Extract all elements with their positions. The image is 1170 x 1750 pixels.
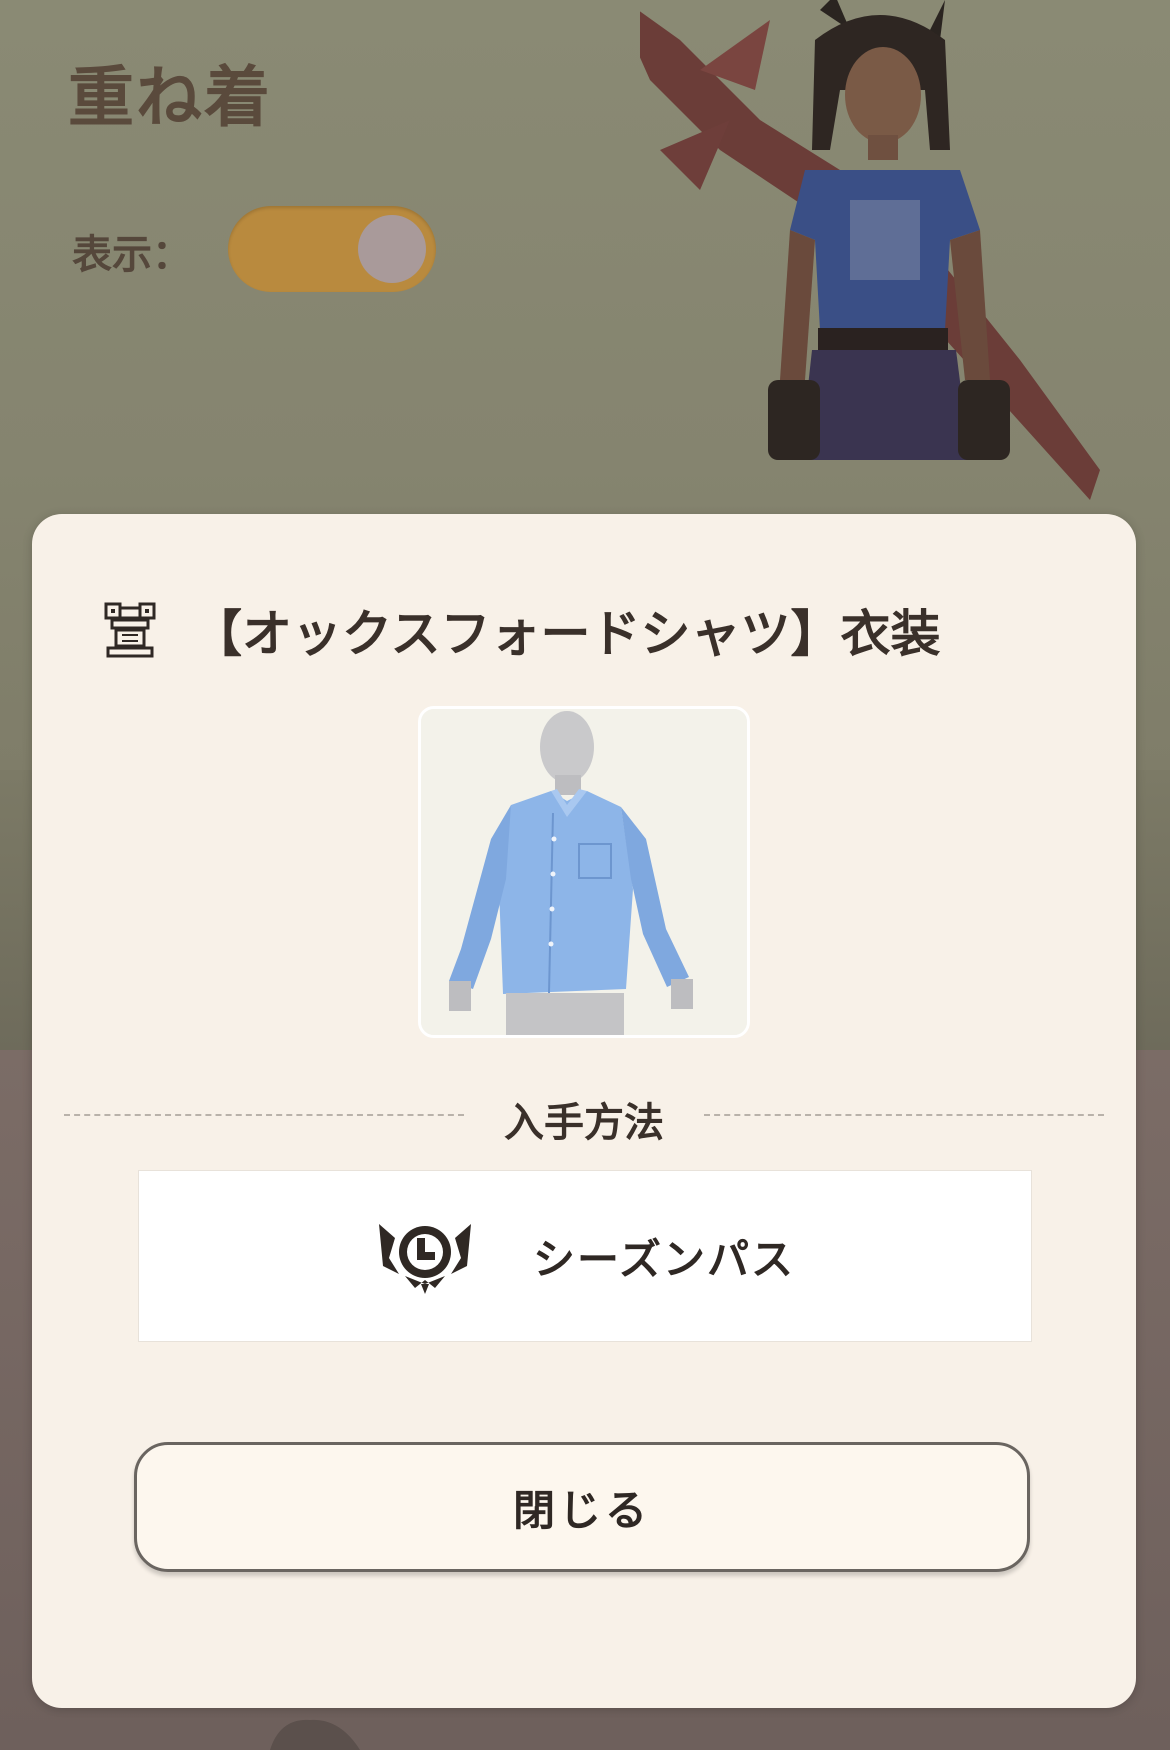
divider-line-right [704,1114,1104,1116]
dialog-title: 【オックスフォードシャツ】衣装 [192,605,941,663]
acquisition-method-card: シーズンパス [138,1170,1032,1342]
season-pass-label: シーズンパス [533,1234,795,1284]
oxford-shirt-icon [421,709,747,1035]
page-title: 重ね着 [68,59,272,136]
acquisition-divider: 入手方法 [64,1084,1104,1146]
acquisition-heading: 入手方法 [504,1100,664,1146]
character-model [640,0,1100,500]
display-toggle-label: 表示： [72,232,192,278]
close-button[interactable]: 閉じる [134,1442,1030,1572]
toggle-knob [358,215,426,283]
item-preview-image [418,706,750,1038]
item-detail-dialog: 【オックスフォードシャツ】衣装 入手方法 シーズンパス 閉じる [32,514,1136,1708]
dialog-header: 【オックスフォードシャツ】衣装 [102,594,941,666]
character-feet-icon [270,1719,360,1750]
display-toggle[interactable] [228,206,436,292]
season-pass-icon [379,1224,472,1294]
armor-chest-icon [104,602,156,658]
